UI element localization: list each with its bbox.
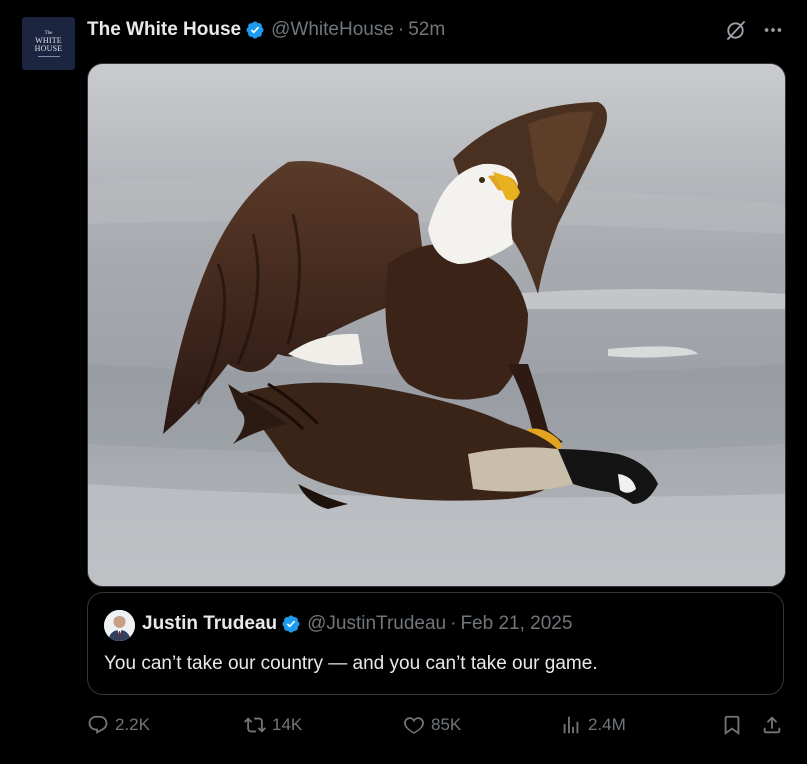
post-media-image[interactable] (87, 63, 786, 587)
quoted-author-avatar[interactable] (104, 610, 135, 641)
views-count: 2.4M (588, 715, 626, 734)
quoted-post[interactable]: Justin Trudeau @JustinTrudeau · Feb 21, … (87, 592, 784, 695)
verified-badge-icon[interactable] (281, 614, 301, 634)
repost-count: 14K (272, 715, 303, 734)
author-handle[interactable]: @WhiteHouse (271, 19, 394, 41)
share-icon (763, 716, 781, 734)
grok-icon[interactable] (724, 18, 748, 42)
repost-icon (244, 717, 266, 733)
quoted-author-name[interactable]: Justin Trudeau (142, 613, 277, 635)
bookmark-button[interactable] (721, 714, 743, 736)
reply-count: 2.2K (115, 715, 150, 734)
analytics-icon (563, 716, 579, 734)
verified-badge-icon[interactable] (245, 20, 265, 40)
repost-button[interactable]: 14K (244, 714, 302, 736)
avatar-divider (37, 55, 60, 57)
bookmark-icon (724, 715, 740, 736)
post-time[interactable]: 52m (408, 19, 445, 41)
header-separator: · (397, 19, 405, 40)
like-button[interactable]: 85K (403, 714, 461, 736)
more-options-icon[interactable] (762, 19, 784, 41)
avatar-text-line2: HOUSE (34, 43, 63, 53)
reply-button[interactable]: 2.2K (87, 714, 150, 736)
share-button[interactable] (761, 714, 783, 736)
author-avatar[interactable]: The WHITE HOUSE (22, 17, 75, 70)
reply-icon (88, 715, 108, 734)
author-name[interactable]: The White House (87, 19, 241, 41)
like-count: 85K (431, 715, 462, 734)
quoted-post-header: Justin Trudeau @JustinTrudeau · Feb 21, … (142, 613, 572, 635)
heart-icon (404, 717, 424, 734)
quoted-post-text: You can’t take our country — and you can… (104, 653, 598, 674)
post-actions: 2.2K 14K 85K 2.4M (87, 714, 784, 742)
eagle-photo (88, 64, 785, 586)
views-button[interactable]: 2.4M (560, 714, 626, 736)
quoted-post-date[interactable]: Feb 21, 2025 (460, 613, 572, 635)
quoted-author-handle[interactable]: @JustinTrudeau (307, 613, 446, 635)
post-header: The White House @WhiteHouse · 52m (87, 18, 445, 42)
quoted-header-separator: · (450, 613, 457, 634)
